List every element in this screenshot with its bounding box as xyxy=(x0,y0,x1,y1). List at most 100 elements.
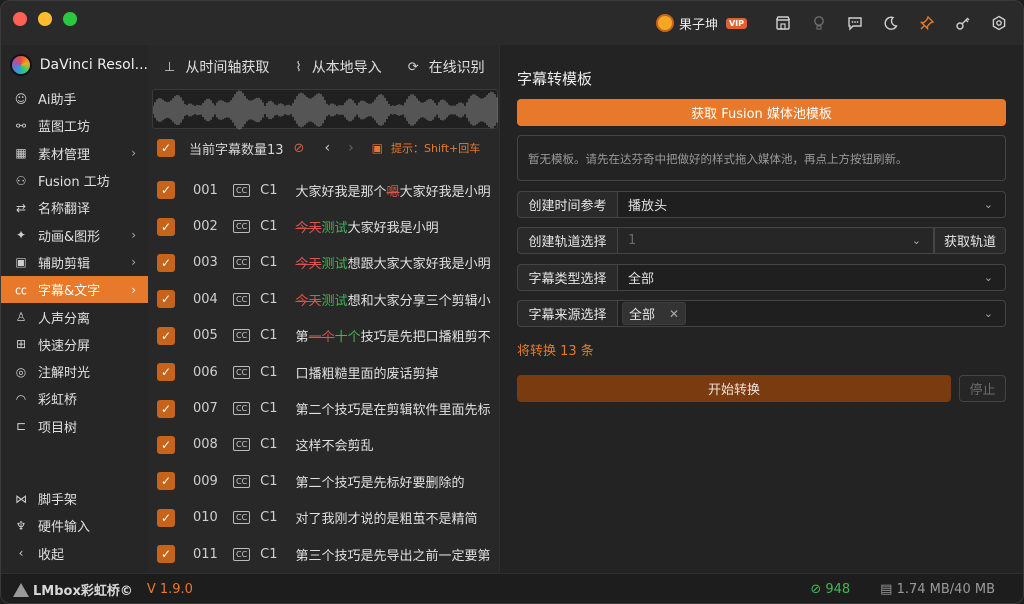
sidebar-item[interactable]: ⚇ Fusion 工坊 xyxy=(1,167,148,194)
store-icon[interactable] xyxy=(765,1,801,45)
save-icon[interactable]: ▣ xyxy=(372,141,383,155)
subtitle-text[interactable]: 第一个十个技巧是先把口播粗剪不 xyxy=(296,326,491,345)
closed-caption-icon: CC xyxy=(233,511,251,525)
row-checkbox[interactable]: ✓ xyxy=(157,181,175,200)
sidebar-item[interactable]: ‹ 收起 xyxy=(1,540,148,567)
sidebar-item[interactable]: ▣ 辅助剪辑 › xyxy=(1,249,148,276)
settings-icon[interactable] xyxy=(981,1,1017,45)
clear-filter-icon[interactable]: ⊘ xyxy=(294,141,305,156)
table-row[interactable]: ✓ 008 CC C1 这样不会剪乱 xyxy=(148,427,499,463)
sidebar-item[interactable]: ⋈ 脚手架 xyxy=(1,485,148,512)
sidebar-item-label: 动画&图形 xyxy=(38,229,101,245)
row-checkbox[interactable]: ✓ xyxy=(157,435,175,454)
row-checkbox[interactable]: ✓ xyxy=(157,363,175,382)
table-row[interactable]: ✓ 005 CC C1 第一个十个技巧是先把口播粗剪不 xyxy=(148,318,499,354)
sidebar-item[interactable]: ⚯ 蓝图工坊 xyxy=(1,112,148,139)
footer-brand[interactable]: LMbox彩虹桥© xyxy=(13,580,133,599)
sidebar-item-label: 名称翻译 xyxy=(38,202,91,218)
row-checkbox[interactable]: ✓ xyxy=(157,508,175,527)
track-label: C1 xyxy=(260,364,278,380)
subtitle-text[interactable]: 今天测试大家好我是小明 xyxy=(296,217,439,236)
select-all-checkbox[interactable]: ✓ xyxy=(157,139,175,157)
subtitle-text[interactable]: 第二个技巧是在剪辑软件里面先标 xyxy=(296,399,491,418)
row-checkbox[interactable]: ✓ xyxy=(157,472,175,491)
sidebar-item[interactable]: ♙ 人声分离 xyxy=(1,303,148,330)
remove-tag-icon[interactable]: ✕ xyxy=(669,307,679,321)
get-tracks-button[interactable]: 获取轨道 xyxy=(934,227,1006,254)
subtitle-text[interactable]: 这样不会剪乱 xyxy=(296,435,374,454)
table-row[interactable]: ✓ 006 CC C1 口播粗糙里面的废话剪掉 xyxy=(148,354,499,390)
audio-waveform[interactable] xyxy=(152,89,498,130)
sidebar-item[interactable]: ☺ Ai助手 xyxy=(1,85,148,112)
table-row[interactable]: ✓ 003 CC C1 今天测试想跟大家大家好我是小明 xyxy=(148,245,499,281)
sidebar-item[interactable]: ⇄ 名称翻译 xyxy=(1,194,148,221)
row-checkbox[interactable]: ✓ xyxy=(157,217,175,236)
table-row[interactable]: ✓ 004 CC C1 今天测试想和大家分享三个剪辑小 xyxy=(148,281,499,317)
waveform-path xyxy=(152,90,498,130)
person-icon: ♙ xyxy=(15,310,27,325)
sidebar-item[interactable]: ♆ 硬件输入 xyxy=(1,512,148,539)
subtitle-source-field: 字幕来源选择 全部 ✕ ⌄ xyxy=(517,300,1006,327)
track-label: C1 xyxy=(260,182,278,198)
memory-value: 1.74 MB/40 MB xyxy=(896,582,995,597)
table-row[interactable]: ✓ 002 CC C1 今天测试大家好我是小明 xyxy=(148,208,499,244)
row-checkbox[interactable]: ✓ xyxy=(157,545,175,564)
row-number: 002 xyxy=(193,219,218,235)
table-row[interactable]: ✓ 011 CC C1 第三个技巧是先导出之前一定要第 xyxy=(148,536,499,572)
tab-label: 从时间轴获取 xyxy=(185,60,270,76)
closed-caption-icon: CC xyxy=(233,220,251,234)
next-icon[interactable]: › xyxy=(348,140,354,156)
sidebar-item[interactable]: ▦ 素材管理 › xyxy=(1,140,148,167)
tab-from-timeline[interactable]: ⊥ 从时间轴获取 xyxy=(164,57,269,77)
prev-icon[interactable]: ‹ xyxy=(324,140,330,156)
inserted-text: 测试 xyxy=(321,221,348,237)
close-window-button[interactable] xyxy=(13,12,27,26)
tab-online-recognition[interactable]: ⟳ 在线识别 xyxy=(408,57,485,77)
subtitle-text[interactable]: 今天测试想和大家分享三个剪辑小 xyxy=(296,290,491,309)
track-select[interactable]: 1 ⌄ xyxy=(618,227,934,254)
blueprint-icon: ⚯ xyxy=(15,118,27,133)
subtitle-type-field: 字幕类型选择 全部 ⌄ xyxy=(517,264,1006,291)
stop-button[interactable]: 停止 xyxy=(959,375,1006,402)
subtitle-text[interactable]: 对了我刚才说的是粗茧不是精简 xyxy=(296,508,478,527)
time-reference-select[interactable]: 播放头 ⌄ xyxy=(618,191,1006,218)
subtitle-source-select[interactable]: 全部 ✕ ⌄ xyxy=(618,300,1006,327)
sidebar-item[interactable]: ✦ 动画&图形 › xyxy=(1,221,148,248)
table-row[interactable]: ✓ 001 CC C1 大家好我是那个嗯大家好我是小明 xyxy=(148,172,499,208)
app-brand[interactable]: DaVinci Resol... xyxy=(1,45,148,85)
subtitle-type-select[interactable]: 全部 ⌄ xyxy=(618,264,1006,291)
key-icon[interactable] xyxy=(945,1,981,45)
start-convert-button[interactable]: 开始转换 xyxy=(517,375,951,402)
tab-local-import[interactable]: ⌇ 从本地导入 xyxy=(295,57,381,77)
maximize-window-button[interactable] xyxy=(63,12,77,26)
row-checkbox[interactable]: ✓ xyxy=(157,399,175,418)
row-number: 004 xyxy=(193,291,218,307)
pin-icon[interactable] xyxy=(909,1,945,45)
sidebar-item[interactable]: ◎ 注解时光 xyxy=(1,358,148,385)
moon-icon[interactable] xyxy=(873,1,909,45)
subtitle-text[interactable]: 第二个技巧是先标好要删除的 xyxy=(296,472,465,491)
table-row[interactable]: ✓ 007 CC C1 第二个技巧是在剪辑软件里面先标 xyxy=(148,390,499,426)
user-profile[interactable]: 果子坤 VIP xyxy=(655,14,747,33)
row-checkbox[interactable]: ✓ xyxy=(157,290,175,309)
minimize-window-button[interactable] xyxy=(38,12,52,26)
subtitle-text[interactable]: 口播粗糙里面的废话剪掉 xyxy=(296,363,439,382)
cc-icon: ㏄ xyxy=(14,283,27,298)
subtitle-count-label: 当前字幕数量13 xyxy=(189,142,284,158)
row-checkbox[interactable]: ✓ xyxy=(157,326,175,345)
table-row[interactable]: ✓ 009 CC C1 第二个技巧是先标好要删除的 xyxy=(148,463,499,499)
subtitle-text[interactable]: 今天测试想跟大家大家好我是小明 xyxy=(296,253,491,272)
message-icon[interactable] xyxy=(837,1,873,45)
table-row[interactable]: ✓ 010 CC C1 对了我刚才说的是粗茧不是精简 xyxy=(148,500,499,536)
field-label: 字幕来源选择 xyxy=(517,300,618,327)
closed-caption-icon: CC xyxy=(233,329,251,343)
fetch-fusion-templates-button[interactable]: 获取 Fusion 媒体池模板 xyxy=(517,99,1006,126)
lightbulb-icon[interactable] xyxy=(801,1,837,45)
subtitle-text[interactable]: 大家好我是那个嗯大家好我是小明 xyxy=(296,181,491,200)
subtitle-text[interactable]: 第三个技巧是先导出之前一定要第 xyxy=(296,545,491,564)
row-checkbox[interactable]: ✓ xyxy=(157,253,175,272)
sidebar-item[interactable]: ⊏ 项目树 xyxy=(1,413,148,440)
sidebar-item[interactable]: ㏄字幕&文字 › xyxy=(1,276,148,304)
sidebar-item[interactable]: ⊞ 快速分屏 xyxy=(1,331,148,358)
sidebar-item[interactable]: ◠ 彩虹桥 xyxy=(1,385,148,412)
